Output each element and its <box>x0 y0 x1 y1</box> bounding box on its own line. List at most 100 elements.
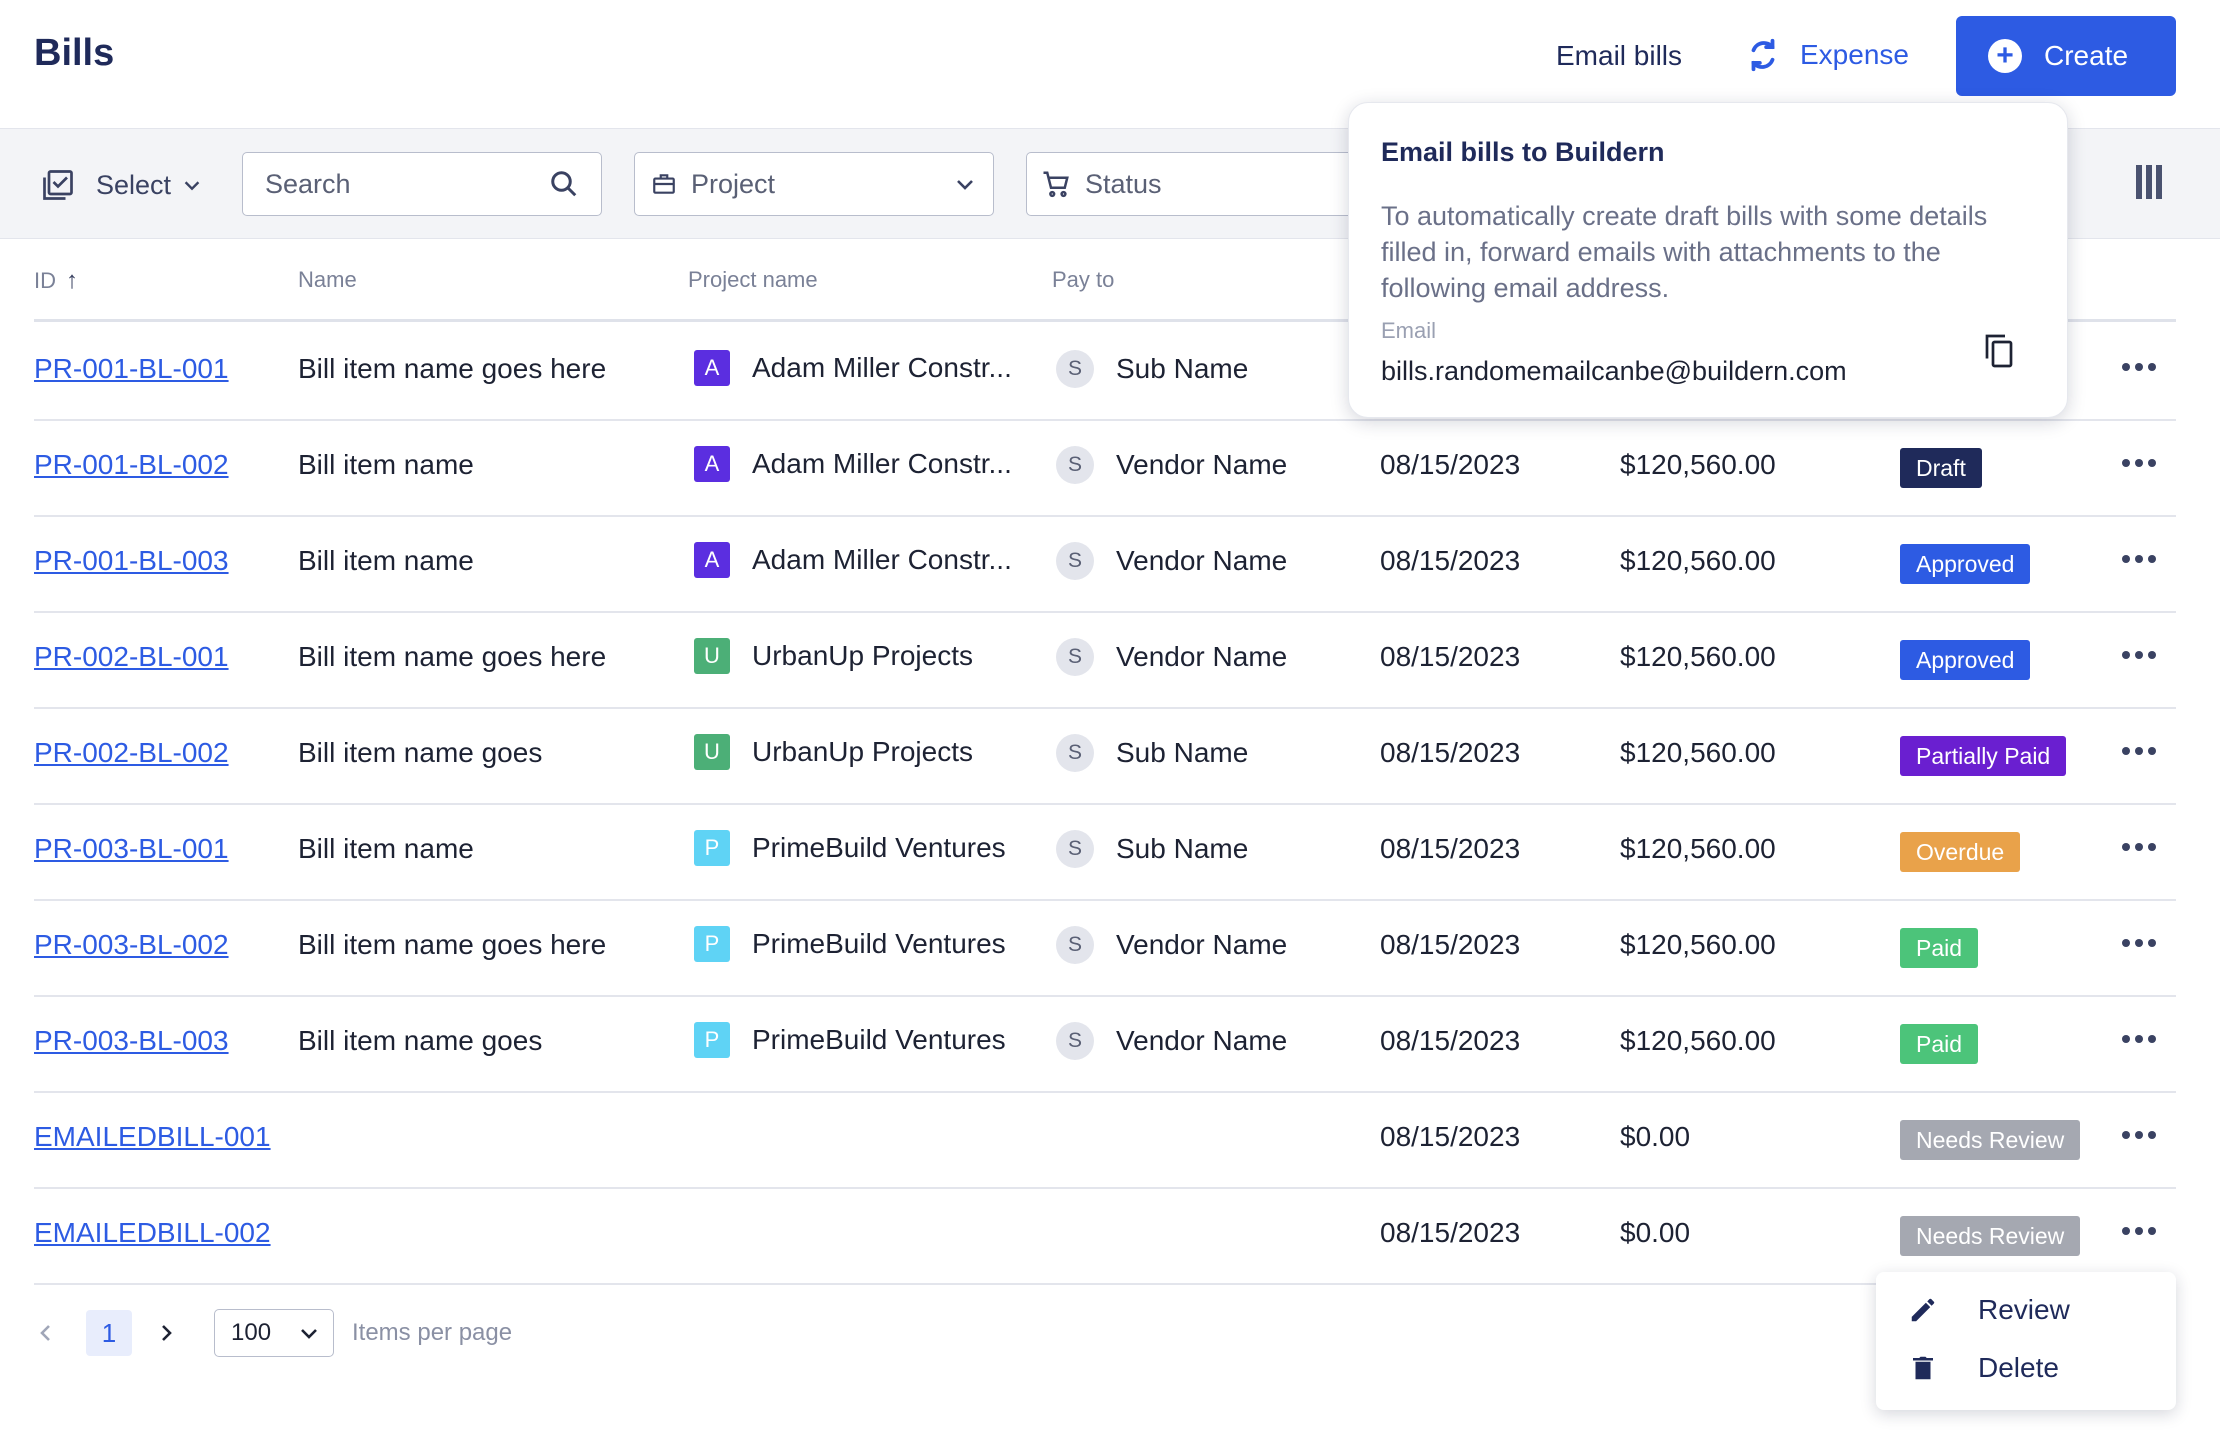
review-menu-item[interactable]: Review <box>1908 1294 2070 1326</box>
bill-name: Bill item name goes here <box>298 353 607 384</box>
pay-to-avatar: S <box>1056 926 1094 964</box>
bill-id-link[interactable]: EMAILEDBILL-002 <box>34 1217 271 1249</box>
column-header-name[interactable]: Name <box>298 267 357 293</box>
project-cell: A Adam Miller Constr... <box>694 446 1012 482</box>
more-options-icon[interactable] <box>2122 939 2161 947</box>
project-cell: P PrimeBuild Ventures <box>694 830 1006 866</box>
popover-title: Email bills to Buildern <box>1381 137 1665 167</box>
bill-id-link[interactable]: PR-003-BL-003 <box>34 1025 229 1057</box>
delete-label: Delete <box>1978 1352 2059 1383</box>
bill-amount: $120,560.00 <box>1620 545 1776 576</box>
bill-name: Bill item name <box>298 833 474 864</box>
table-row: PR-002-BL-001 Bill item name goes here U … <box>34 613 2176 709</box>
page-title: Bills <box>34 32 115 74</box>
expense-button[interactable]: Expense <box>1744 36 1909 74</box>
copy-icon[interactable] <box>1981 331 2017 371</box>
bill-id-link[interactable]: PR-001-BL-002 <box>34 449 229 481</box>
project-avatar: U <box>694 638 730 674</box>
more-options-icon[interactable] <box>2122 555 2161 563</box>
pay-to-avatar: S <box>1056 734 1094 772</box>
bill-name: Bill item name <box>298 545 474 576</box>
pay-to-name: Vendor Name <box>1116 641 1288 672</box>
project-filter[interactable]: Project <box>634 152 994 216</box>
project-avatar: A <box>694 542 730 578</box>
pay-to-cell: S Vendor Name <box>1056 542 1287 580</box>
create-label: Create <box>2044 40 2129 71</box>
chevron-down-icon <box>301 1329 317 1339</box>
pay-to-name: Vendor Name <box>1116 449 1288 480</box>
pay-to-avatar: S <box>1056 830 1094 868</box>
chevron-down-icon <box>957 180 973 190</box>
table-row: PR-003-BL-001 Bill item name P PrimeBuild… <box>34 805 2176 901</box>
bill-amount: $120,560.00 <box>1620 449 1776 480</box>
more-options-icon[interactable] <box>2122 459 2161 467</box>
page-size-value: 100 <box>231 1319 272 1346</box>
project-name: PrimeBuild Ventures <box>752 832 1006 863</box>
project-name: Adam Miller Constr... <box>752 448 1012 479</box>
pay-to-avatar: S <box>1056 542 1094 580</box>
bill-name: Bill item name goes <box>298 1025 543 1056</box>
bill-id-link[interactable]: PR-003-BL-002 <box>34 929 229 961</box>
bill-id-link[interactable]: PR-003-BL-001 <box>34 833 229 865</box>
bill-id-link[interactable]: PR-001-BL-001 <box>34 353 229 385</box>
briefcase-icon <box>653 174 675 194</box>
pay-to-name: Sub Name <box>1116 353 1249 384</box>
status-badge: Paid <box>1900 1024 1979 1064</box>
column-header-id[interactable]: ID ↑ <box>34 267 78 295</box>
more-options-icon[interactable] <box>2122 651 2161 659</box>
sort-arrow-up-icon: ↑ <box>66 267 78 294</box>
columns-icon[interactable] <box>2136 165 2168 201</box>
project-avatar: P <box>694 830 730 866</box>
select-dropdown[interactable]: Select <box>40 167 203 203</box>
bill-date: 08/15/2023 <box>1380 545 1521 576</box>
plus-icon: + <box>1988 39 2022 73</box>
more-options-icon[interactable] <box>2122 1035 2161 1043</box>
more-options-icon[interactable] <box>2122 843 2161 851</box>
table-row: PR-002-BL-002 Bill item name goes U Urban… <box>34 709 2176 805</box>
project-name: PrimeBuild Ventures <box>752 1024 1006 1055</box>
chevron-left-icon[interactable] <box>34 1321 58 1345</box>
status-badge: Draft <box>1900 448 1982 488</box>
pay-to-name: Vendor Name <box>1116 1025 1288 1056</box>
table-row: EMAILEDBILL-001 08/15/2023 $0.00 Needs Revi… <box>34 1093 2176 1189</box>
search-icon <box>551 171 577 197</box>
status-badge: Overdue <box>1900 832 2021 872</box>
pay-to-name: Sub Name <box>1116 833 1249 864</box>
project-cell: P PrimeBuild Ventures <box>694 1022 1006 1058</box>
pagination: 1 100 Items per page <box>34 1308 512 1358</box>
delete-menu-item[interactable]: Delete <box>1908 1352 2059 1384</box>
more-options-icon[interactable] <box>2122 363 2161 371</box>
page-size-select[interactable]: 100 <box>214 1309 334 1357</box>
column-header-project[interactable]: Project name <box>688 267 818 293</box>
more-options-icon[interactable] <box>2122 1131 2161 1139</box>
bill-id-link[interactable]: PR-002-BL-001 <box>34 641 229 673</box>
search-box[interactable] <box>242 152 602 216</box>
pay-to-name: Sub Name <box>1116 737 1249 768</box>
project-cell: U UrbanUp Projects <box>694 638 973 674</box>
project-name: UrbanUp Projects <box>752 640 973 671</box>
email-bills-button[interactable]: Email bills <box>1556 40 1682 72</box>
bill-amount: $120,560.00 <box>1620 833 1776 864</box>
project-filter-label: Project <box>691 168 776 199</box>
more-options-icon[interactable] <box>2122 747 2161 755</box>
pay-to-avatar: S <box>1056 350 1094 388</box>
project-avatar: A <box>694 350 730 386</box>
page-number-button[interactable]: 1 <box>86 1310 132 1356</box>
chevron-right-icon[interactable] <box>154 1321 178 1345</box>
status-badge: Needs Review <box>1900 1216 2081 1256</box>
column-header-pay-to[interactable]: Pay to <box>1052 267 1114 293</box>
project-cell: P PrimeBuild Ventures <box>694 926 1006 962</box>
project-name: Adam Miller Constr... <box>752 352 1012 383</box>
expense-label: Expense <box>1800 39 1909 70</box>
bill-id-link[interactable]: EMAILEDBILL-001 <box>34 1121 271 1153</box>
bill-id-link[interactable]: PR-001-BL-003 <box>34 545 229 577</box>
bill-id-link[interactable]: PR-002-BL-002 <box>34 737 229 769</box>
project-avatar: P <box>694 1022 730 1058</box>
table-row: PR-001-BL-003 Bill item name A Adam Mille… <box>34 517 2176 613</box>
status-badge: Paid <box>1900 928 1979 968</box>
cart-icon <box>1043 171 1069 198</box>
pay-to-avatar: S <box>1056 638 1094 676</box>
search-input[interactable] <box>265 168 545 200</box>
create-button[interactable]: + Create <box>1956 16 2176 96</box>
more-options-icon[interactable] <box>2122 1227 2161 1235</box>
